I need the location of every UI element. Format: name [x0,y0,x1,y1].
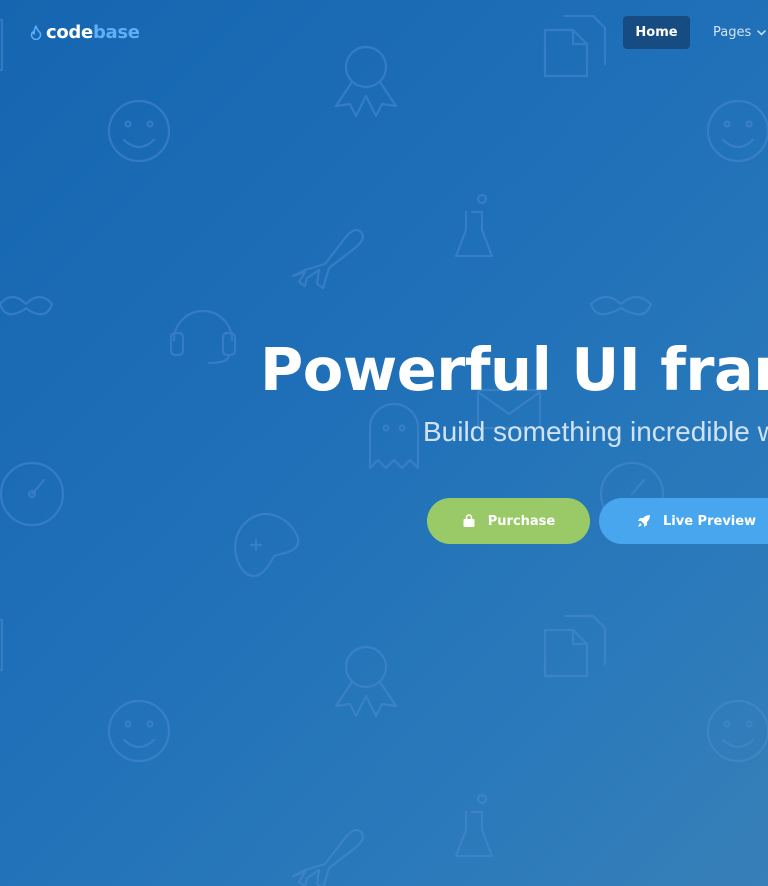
headset-icon [169,309,237,365]
top-nav: Home Pages [623,16,768,49]
purchase-button[interactable]: Purchase [427,498,590,544]
flask-icon [454,793,494,858]
brand-name-part2: base [92,22,140,43]
mustache-icon [589,295,653,316]
hero-subtitle: Build something incredible with Codebase [423,416,768,447]
ghost-icon [368,402,420,470]
smile-icon [706,699,768,763]
nav-pages-label: Pages [713,25,752,40]
gamepad-icon [234,512,300,578]
nav-home-link[interactable]: Home [623,16,690,49]
plane-icon [291,828,365,886]
award-icon [334,45,398,118]
flask-icon [454,193,494,258]
smile-icon [706,99,768,163]
award-icon [334,645,398,718]
chevron-down-icon [757,29,766,36]
hero-title: Powerful UI framework for startups [260,335,768,404]
file-icon [543,14,607,78]
live-preview-button-label: Live Preview [663,513,757,529]
speedometer-icon [0,461,65,527]
file-icon [543,614,607,678]
smile-icon [107,699,171,763]
live-preview-button[interactable]: Live Preview [599,498,768,544]
flame-icon [30,25,42,40]
file-icon [0,18,4,72]
file-icon [0,618,4,672]
shopping-bag-icon [463,514,475,527]
rocket-icon [638,515,650,527]
mustache-icon [0,295,54,316]
nav-pages-dropdown[interactable]: Pages [713,25,768,40]
brand-logo[interactable]: code base [30,22,140,43]
smile-icon [107,99,171,163]
plane-icon [291,228,365,290]
purchase-button-label: Purchase [487,513,556,529]
brand-name-part1: code [46,22,93,43]
